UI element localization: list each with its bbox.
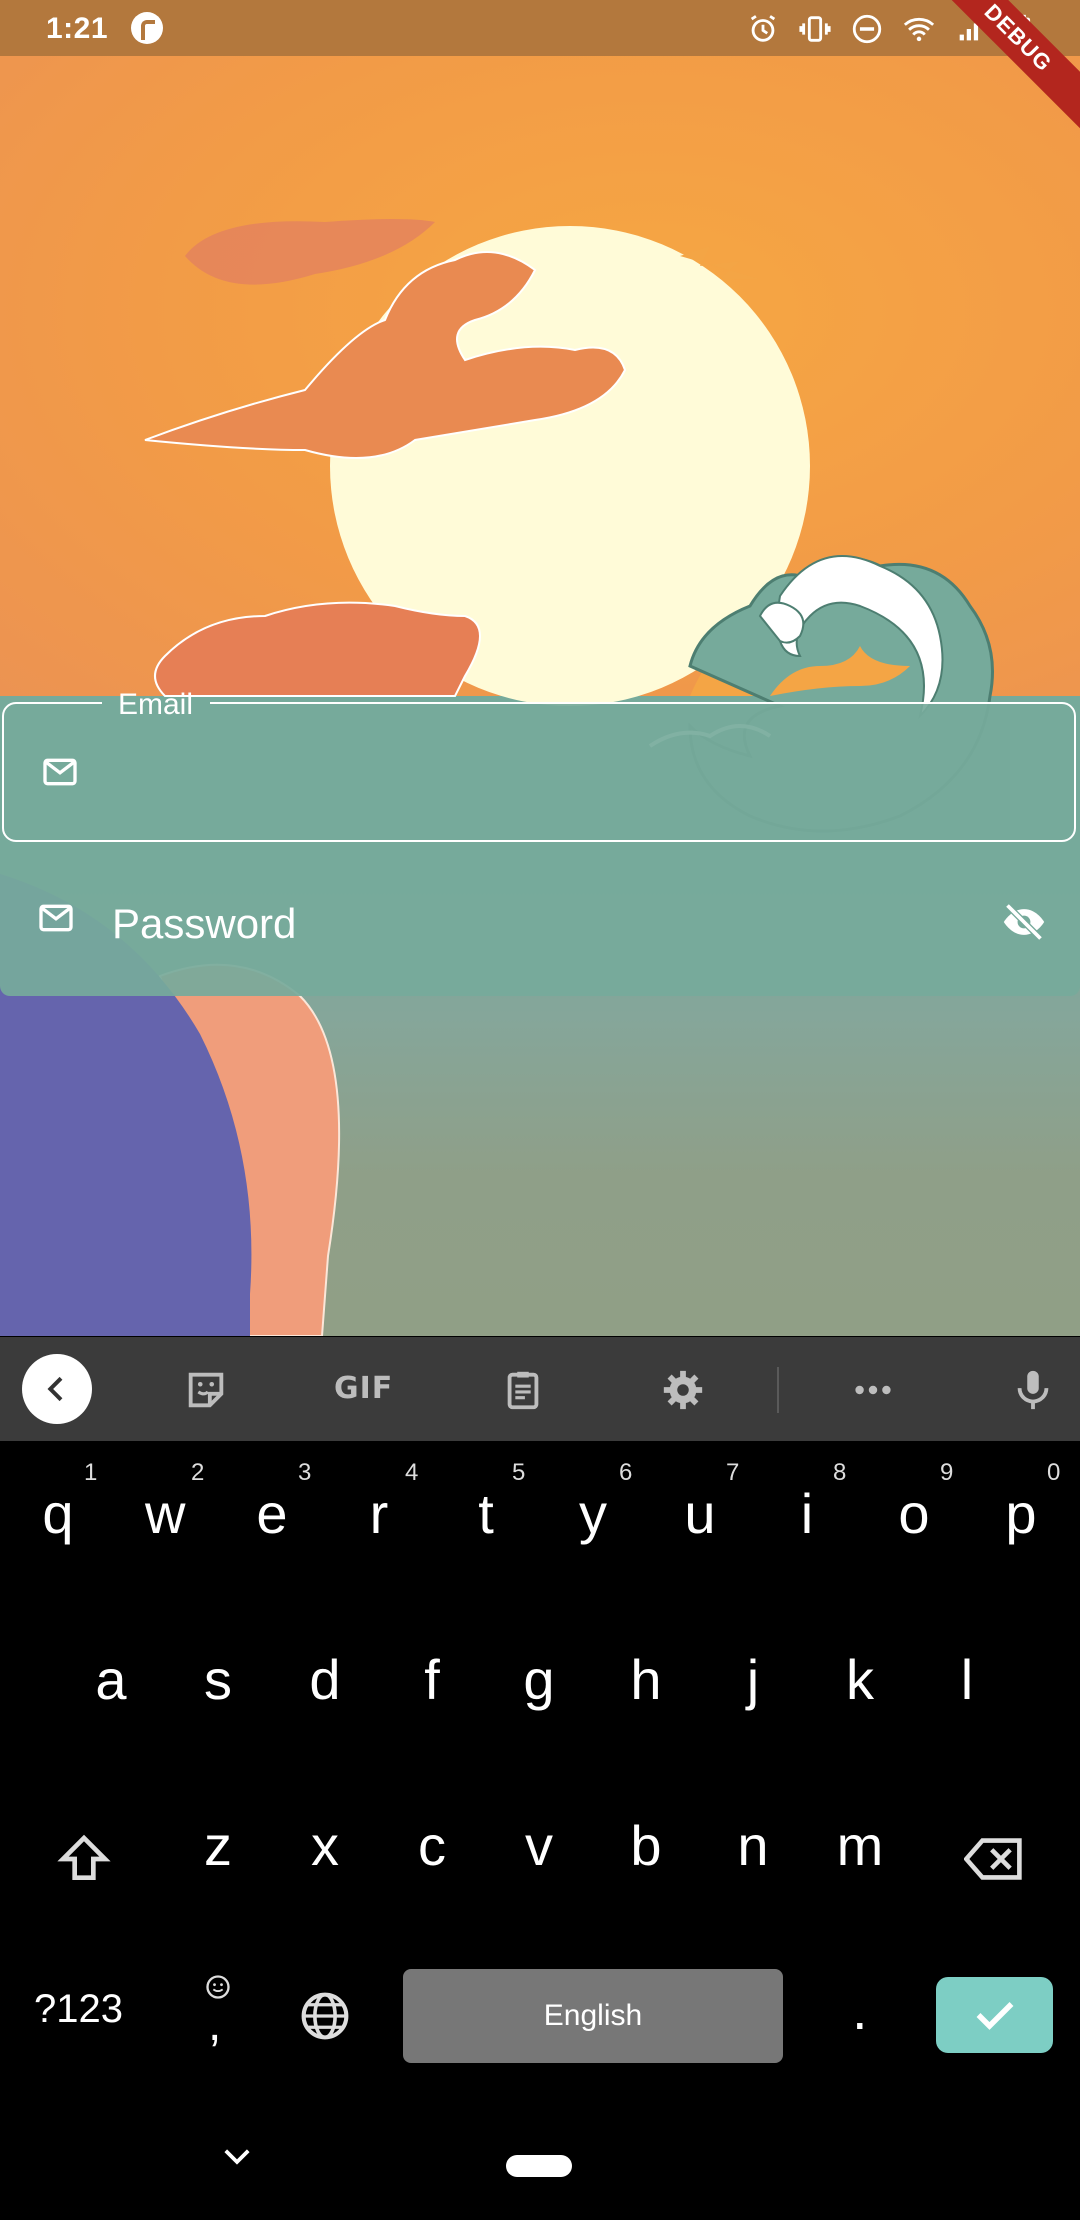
toolbar-divider <box>777 1367 779 1413</box>
globe-icon[interactable] <box>298 1989 352 2043</box>
key-r[interactable]: r <box>359 1481 399 1546</box>
key-d[interactable]: d <box>305 1647 345 1712</box>
settings-icon[interactable] <box>660 1367 706 1413</box>
key-o[interactable]: o <box>894 1481 934 1546</box>
wifi-icon <box>903 17 935 42</box>
clipboard-icon[interactable] <box>500 1367 546 1413</box>
home-gesture-pill[interactable] <box>506 2155 572 2177</box>
microphone-icon[interactable] <box>1010 1367 1056 1413</box>
app-notification-icon <box>131 12 163 44</box>
email-label: Email <box>118 688 194 721</box>
key-n[interactable]: n <box>729 1813 777 1878</box>
key-q[interactable]: q <box>38 1481 78 1546</box>
key-a[interactable]: a <box>91 1647 131 1712</box>
enter-key[interactable] <box>936 1977 1053 2053</box>
backspace-key[interactable] <box>964 1831 1024 1887</box>
key-hint-2: 2 <box>191 1459 205 1486</box>
key-z[interactable]: z <box>194 1813 242 1878</box>
key-hint-1: 1 <box>84 1459 98 1486</box>
back-icon <box>47 1376 63 1402</box>
key-v[interactable]: v <box>515 1813 563 1878</box>
more-icon[interactable] <box>850 1367 896 1413</box>
status-time: 1:21 <box>46 12 109 45</box>
mail-icon <box>39 904 73 932</box>
shift-key[interactable] <box>56 1831 112 1887</box>
cloud-top <box>185 219 435 285</box>
key-c[interactable]: c <box>408 1813 456 1878</box>
key-u[interactable]: u <box>680 1481 720 1546</box>
key-hint-9: 9 <box>940 1459 954 1486</box>
do-not-disturb-icon <box>852 14 882 44</box>
email-input[interactable] <box>114 744 1018 806</box>
key-k[interactable]: k <box>840 1647 880 1712</box>
key-hint-6: 6 <box>619 1459 633 1486</box>
key-w[interactable]: w <box>145 1481 185 1546</box>
alarm-icon <box>750 15 776 42</box>
gif-button[interactable]: GIF <box>334 1371 393 1406</box>
period-key[interactable]: . <box>852 1977 868 2042</box>
key-j[interactable]: j <box>733 1647 773 1712</box>
key-hint-0: 0 <box>1047 1459 1061 1486</box>
key-y[interactable]: y <box>573 1481 613 1546</box>
password-input[interactable] <box>110 888 954 960</box>
key-e[interactable]: e <box>252 1481 292 1546</box>
hide-keyboard-icon[interactable] <box>222 2147 252 2167</box>
sticker-icon[interactable] <box>183 1367 229 1413</box>
visibility-off-icon[interactable] <box>1002 900 1046 944</box>
key-b[interactable]: b <box>622 1813 670 1878</box>
password-field[interactable] <box>0 848 1080 996</box>
key-g[interactable]: g <box>519 1647 559 1712</box>
key-h[interactable]: h <box>626 1647 666 1712</box>
key-hint-8: 8 <box>833 1459 847 1486</box>
key-s[interactable]: s <box>198 1647 238 1712</box>
space-key[interactable]: English <box>403 1969 783 2063</box>
status-bar: 1:21 <box>0 0 1080 56</box>
comma-label: , <box>208 1998 222 2051</box>
comma-key[interactable]: , <box>196 1969 240 2051</box>
keyboard-toolbar: GIF <box>0 1337 1080 1441</box>
key-hint-4: 4 <box>405 1459 419 1486</box>
soft-keyboard: q1 w2 e3 r4 t5 y6 u7 i8 o9 p0 a s d f g h j k l zxcvbnm ?… <box>0 1441 1080 2220</box>
email-field[interactable]: Email <box>2 688 1076 842</box>
symbols-key[interactable]: ?123 <box>34 1987 123 2032</box>
key-hint-5: 5 <box>512 1459 526 1486</box>
key-f[interactable]: f <box>412 1647 452 1712</box>
key-m[interactable]: m <box>836 1813 884 1878</box>
login-screen: 1:21 DEBUG Email GIF q 1 w 2 e 3 r 4 t 5… <box>0 0 1080 2220</box>
keyboard-back-button[interactable] <box>22 1354 92 1424</box>
vibrate-icon <box>799 16 831 42</box>
key-hint-3: 3 <box>298 1459 312 1486</box>
key-i[interactable]: i <box>787 1481 827 1546</box>
check-icon <box>976 2002 1014 2030</box>
key-t[interactable]: t <box>466 1481 506 1546</box>
mail-icon <box>43 758 77 786</box>
cloud-bottom <box>154 601 481 697</box>
key-p[interactable]: p <box>1001 1481 1041 1546</box>
key-l[interactable]: l <box>947 1647 987 1712</box>
key-x[interactable]: x <box>301 1813 349 1878</box>
key-hint-7: 7 <box>726 1459 740 1486</box>
